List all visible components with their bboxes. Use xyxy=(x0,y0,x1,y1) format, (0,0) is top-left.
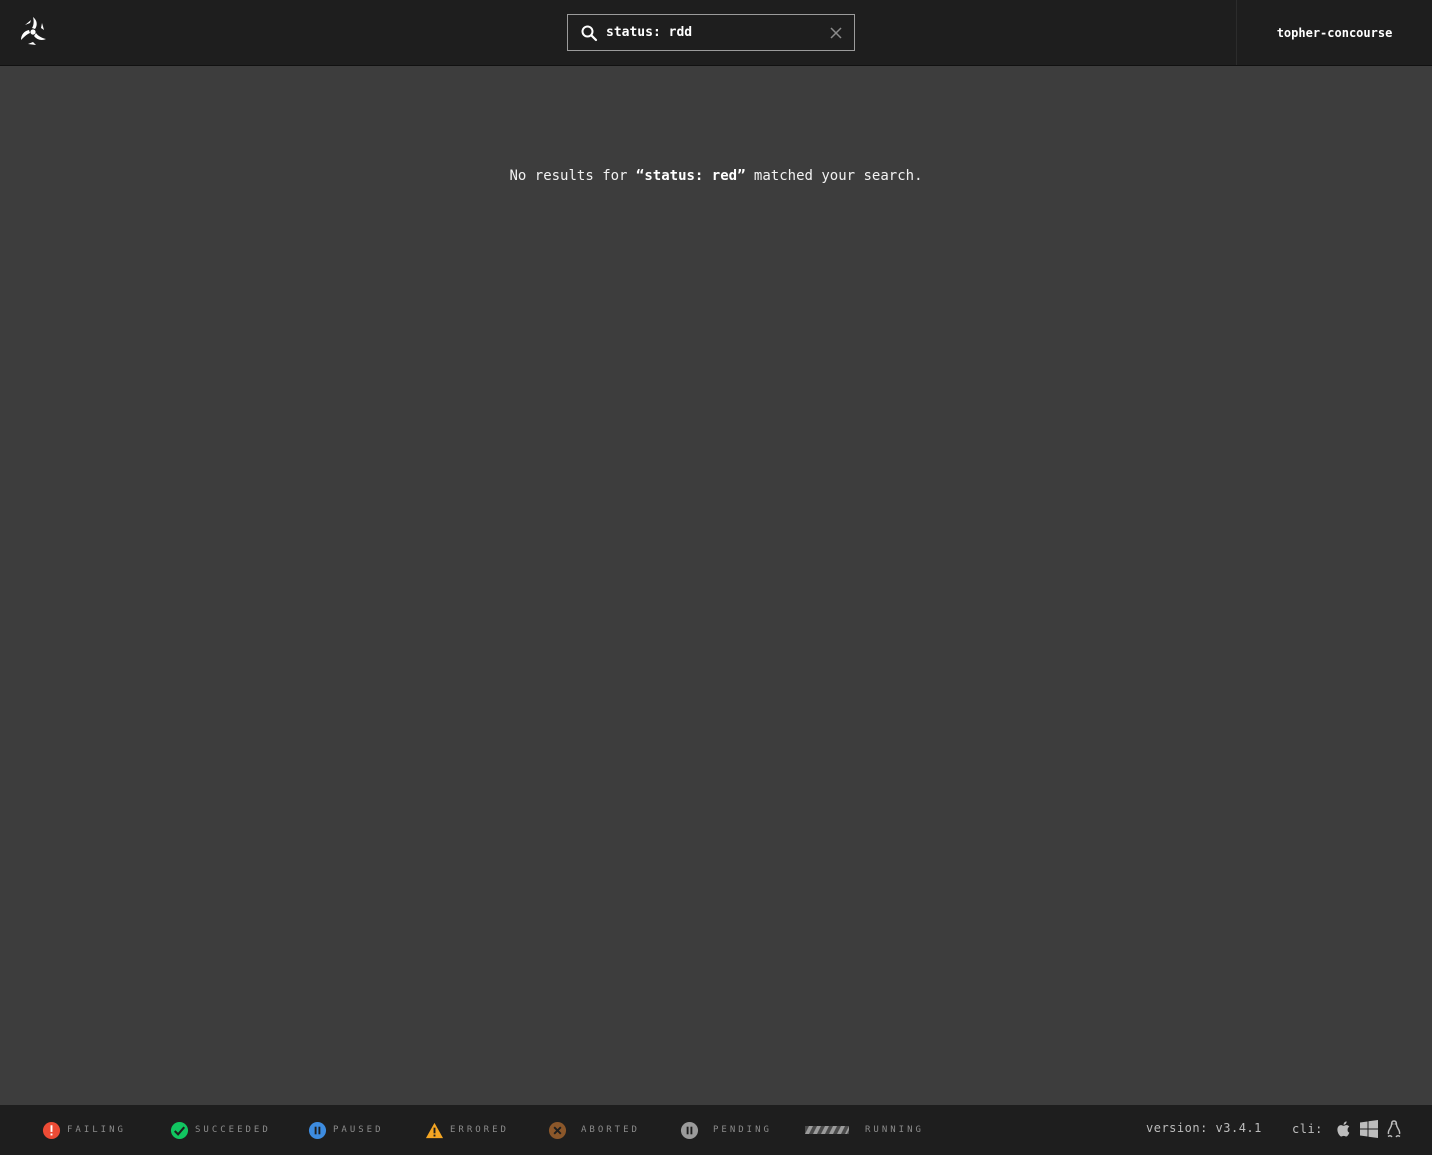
legend-label-aborted: ABORTED xyxy=(581,1125,640,1135)
search-query: “status: red” xyxy=(635,168,746,184)
footer: FAILING SUCCEEDED PAUSED ERRORED ABORTED… xyxy=(0,1105,1432,1155)
cli-label: cli: xyxy=(1292,1122,1323,1136)
search-box xyxy=(567,14,855,51)
pending-icon xyxy=(680,1121,699,1139)
legend-label-pending: PENDING xyxy=(713,1125,772,1135)
no-results-message: No results for “status: red” matched you… xyxy=(0,168,1432,184)
legend-failing: FAILING xyxy=(42,1120,126,1140)
paused-icon xyxy=(308,1121,327,1139)
legend-label-succeeded: SUCCEEDED xyxy=(195,1125,271,1135)
legend-succeeded: SUCCEEDED xyxy=(170,1120,271,1140)
search-icon xyxy=(581,25,598,42)
legend-errored: ERRORED xyxy=(425,1120,509,1140)
legend-label-running: RUNNING xyxy=(865,1125,924,1135)
no-results-suffix: matched your search. xyxy=(745,168,923,184)
legend-label-paused: PAUSED xyxy=(333,1125,384,1135)
username: topher-concourse xyxy=(1276,25,1393,40)
succeeded-icon xyxy=(170,1121,189,1139)
clear-search-icon[interactable] xyxy=(828,25,844,41)
running-icon xyxy=(805,1126,849,1134)
windows-icon[interactable] xyxy=(1359,1119,1379,1139)
legend-aborted: ABORTED xyxy=(548,1120,640,1140)
failing-icon xyxy=(42,1121,61,1139)
errored-icon xyxy=(425,1122,444,1138)
linux-icon[interactable] xyxy=(1384,1119,1404,1139)
legend-label-failing: FAILING xyxy=(67,1125,126,1135)
no-results-prefix: No results for xyxy=(509,168,636,184)
version-label: version: v3.4.1 xyxy=(1146,1121,1262,1135)
search-input[interactable] xyxy=(606,15,820,50)
apple-icon[interactable] xyxy=(1334,1119,1354,1139)
cli-downloads: cli: xyxy=(1292,1119,1404,1139)
user-menu[interactable]: topher-concourse xyxy=(1236,0,1432,65)
legend-label-errored: ERRORED xyxy=(450,1125,509,1135)
legend-paused: PAUSED xyxy=(308,1120,384,1140)
legend-pending: PENDING xyxy=(680,1120,772,1140)
legend-running: RUNNING xyxy=(805,1120,924,1140)
aborted-icon xyxy=(548,1121,567,1139)
top-bar: topher-concourse xyxy=(0,0,1432,66)
concourse-logo-icon[interactable] xyxy=(16,14,50,48)
